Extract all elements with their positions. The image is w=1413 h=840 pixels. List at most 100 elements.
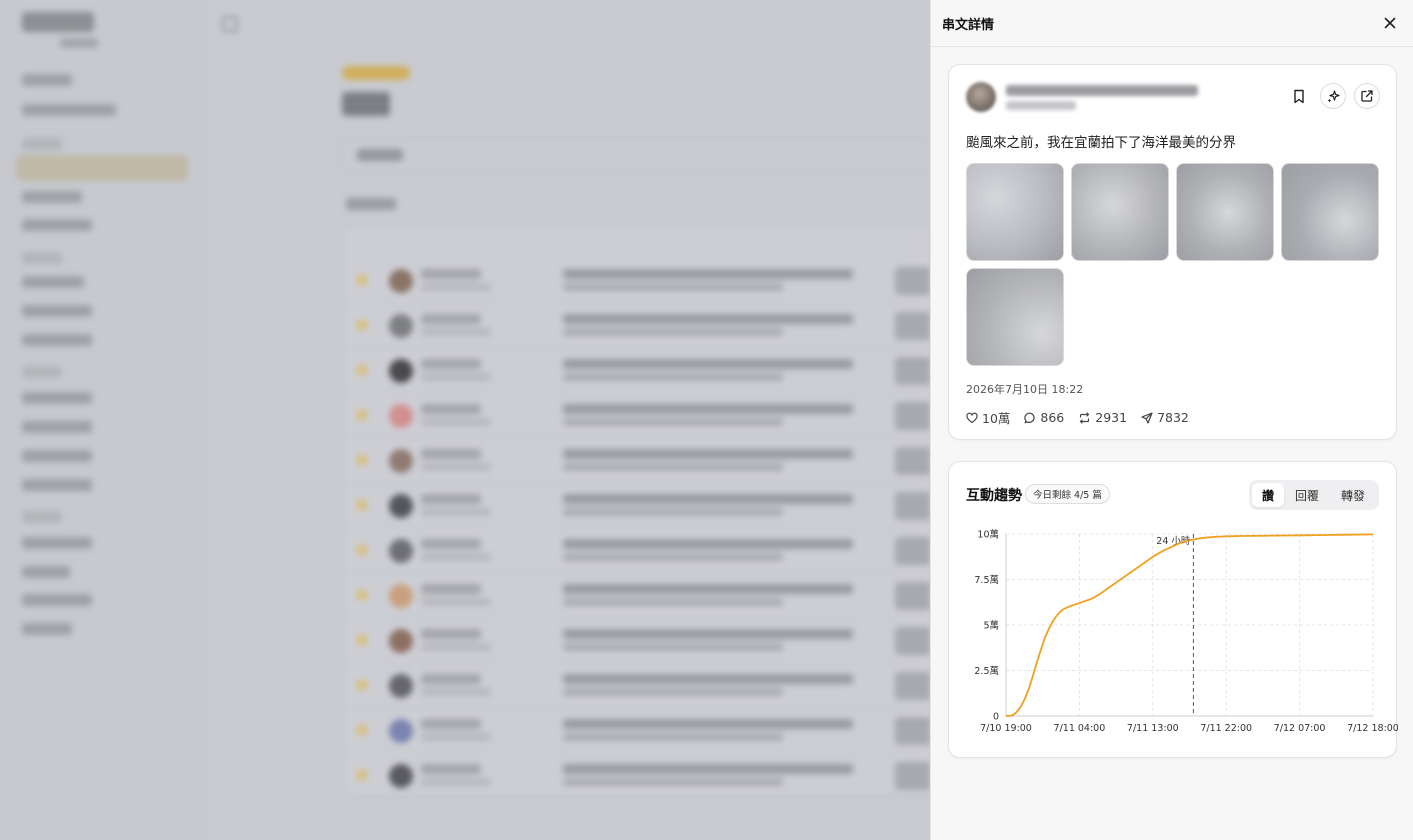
bookmark-button[interactable]	[1286, 83, 1312, 109]
x-tick-label: 7/11 13:00	[1127, 723, 1179, 734]
shares-count: 7832	[1157, 410, 1189, 425]
background-logo	[22, 12, 94, 32]
background-filter	[342, 138, 930, 172]
reposts-stat: 2931	[1078, 408, 1127, 427]
send-icon	[1141, 411, 1153, 424]
background-nav-item	[22, 74, 72, 86]
tab-reposts[interactable]: 轉發	[1330, 483, 1376, 507]
external-link-icon	[1361, 90, 1373, 102]
background-nav-item	[22, 623, 72, 635]
post-image[interactable]	[1281, 163, 1379, 261]
background-nav-item	[22, 334, 92, 346]
background-table-row	[343, 754, 930, 798]
close-button[interactable]	[1379, 12, 1401, 34]
background-nav-section	[22, 511, 62, 523]
y-tick-label: 2.5萬	[974, 665, 999, 677]
post-stats: 10萬 866 2931 7832	[966, 408, 1189, 427]
y-tick-label: 0	[993, 712, 999, 723]
x-tick-label: 7/11 04:00	[1054, 723, 1106, 734]
background-table-row	[343, 664, 930, 708]
y-tick-label: 7.5萬	[974, 574, 999, 586]
background-nav-item	[22, 392, 92, 404]
author-handle-redacted	[1006, 100, 1076, 110]
likes-stat: 10萬	[966, 408, 1010, 427]
post-actions	[1286, 83, 1380, 109]
background-table	[342, 226, 930, 798]
panel-title: 串文詳情	[942, 17, 995, 33]
background-logo-sub	[60, 38, 98, 48]
background-table-row	[343, 304, 930, 348]
post-image-grid	[966, 163, 1379, 366]
background-title	[342, 92, 390, 116]
post-image[interactable]	[966, 268, 1064, 366]
post-author[interactable]	[966, 82, 1198, 112]
background-table-row	[343, 619, 930, 663]
post-card: 颱風來之前，我在宜蘭拍下了海洋最美的分界 2026年7月10日 18:22 10…	[948, 64, 1397, 440]
tab-replies[interactable]: 回覆	[1284, 483, 1330, 507]
author-name-redacted	[1006, 84, 1198, 96]
sparkle-icon	[1327, 89, 1340, 102]
background-table-row	[343, 709, 930, 753]
avatar	[966, 82, 996, 112]
background-nav-item	[22, 276, 84, 288]
background-table-row	[343, 484, 930, 528]
background-nav-item	[22, 219, 92, 231]
x-tick-label: 7/11 22:00	[1200, 723, 1252, 734]
x-tick-label: 7/12 07:00	[1274, 723, 1326, 734]
tab-likes[interactable]: 讚	[1252, 483, 1284, 507]
background-toggle-icon	[222, 16, 238, 32]
background-nav-section	[22, 366, 62, 378]
metric-tabs: 讚回覆 轉發	[1249, 480, 1379, 510]
background-nav-active	[16, 155, 188, 181]
reposts-count: 2931	[1095, 410, 1128, 425]
replies-count: 866	[1040, 410, 1065, 425]
background-table-row	[343, 394, 930, 438]
post-detail-panel: 串文詳情 颱風來之前，我在宜蘭拍下了海洋最美的分界 2026年7月10日 18:…	[930, 0, 1413, 840]
trend-title: 互動趨勢	[966, 488, 1022, 504]
background-tag	[342, 66, 410, 80]
background-nav-section	[22, 138, 62, 150]
background-nav-item	[22, 104, 116, 116]
y-tick-label: 5萬	[983, 620, 999, 632]
background-table-row	[343, 529, 930, 573]
close-icon	[1384, 17, 1396, 29]
bookmark-icon	[1294, 89, 1304, 103]
background-table-row	[343, 349, 930, 393]
ai-analyze-button[interactable]	[1320, 83, 1346, 109]
background-sidebar	[0, 0, 200, 840]
background-nav-item	[22, 537, 92, 549]
background-nav-section	[22, 252, 62, 264]
background-main	[200, 0, 930, 840]
x-tick-label: 7/12 18:00	[1347, 723, 1398, 734]
background-table-row	[343, 439, 930, 483]
shares-stat: 7832	[1141, 408, 1189, 427]
replies-stat: 866	[1024, 408, 1064, 427]
x-tick-label: 7/10 19:00	[980, 723, 1032, 734]
comment-icon	[1024, 412, 1036, 423]
background-table-row	[343, 574, 930, 618]
post-text: 颱風來之前，我在宜蘭拍下了海洋最美的分界	[966, 135, 1236, 151]
background-nav-item	[22, 450, 92, 462]
trend-chart: 0 2.5萬 5萬 7.5萬 10萬 7/10 19:00 7/11 04:00 7/11 1…	[974, 529, 1398, 735]
post-image[interactable]	[1176, 163, 1274, 261]
repost-icon	[1080, 411, 1090, 424]
background-table-row	[343, 259, 930, 303]
post-image[interactable]	[966, 163, 1064, 261]
background-subtitle	[346, 198, 396, 210]
y-tick-label: 10萬	[977, 529, 999, 541]
background-app	[0, 0, 930, 840]
quota-badge: 今日剩餘 4/5 篇	[1025, 484, 1110, 504]
background-nav-item	[22, 566, 70, 578]
background-nav-item	[22, 305, 92, 317]
post-image[interactable]	[1071, 163, 1169, 261]
heart-icon	[966, 412, 978, 423]
post-timestamp: 2026年7月10日 18:22	[966, 383, 1084, 396]
background-nav-item	[22, 594, 92, 606]
background-nav-item	[22, 191, 82, 203]
panel-header: 串文詳情	[931, 0, 1413, 47]
open-external-button[interactable]	[1354, 83, 1380, 109]
likes-count: 10萬	[982, 411, 1011, 426]
trend-card: 互動趨勢 今日剩餘 4/5 篇 讚回覆 轉發 0 2.5萬 5萬 7.5萬 10萬 7/10…	[948, 461, 1398, 758]
background-nav-item	[22, 479, 92, 491]
background-nav-item	[22, 421, 92, 433]
